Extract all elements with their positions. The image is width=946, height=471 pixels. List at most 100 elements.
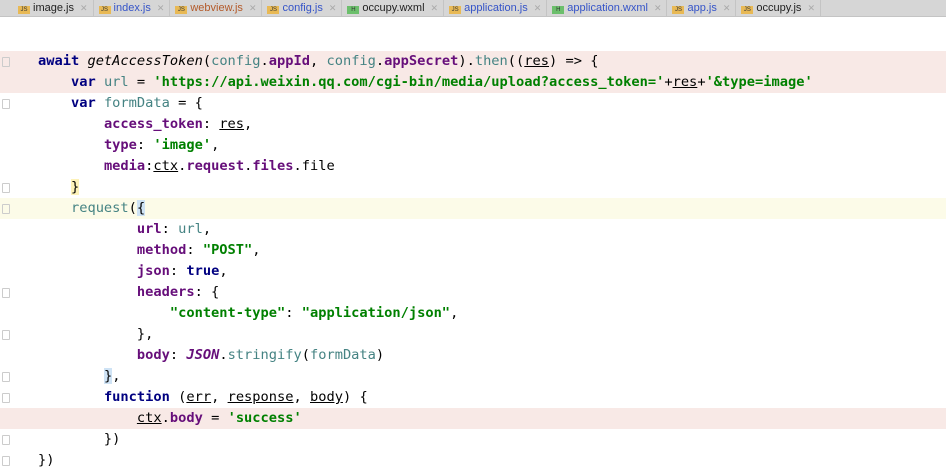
code-token: }) bbox=[38, 452, 55, 468]
tab-label: application.js bbox=[464, 2, 528, 14]
fold-icon[interactable] bbox=[2, 57, 10, 67]
code-token: err bbox=[186, 389, 212, 405]
close-icon[interactable]: ✕ bbox=[654, 3, 662, 14]
code-token: ( bbox=[128, 200, 137, 216]
file-type-icon: JS bbox=[449, 6, 462, 14]
code-token: 'image' bbox=[153, 137, 212, 153]
file-type-icon: H bbox=[552, 6, 565, 14]
code-token: ) bbox=[375, 347, 385, 363]
code-token: res bbox=[219, 116, 245, 132]
tab-app-js[interactable]: JS app.js ✕ bbox=[667, 0, 737, 16]
close-icon[interactable]: ✕ bbox=[723, 3, 731, 14]
close-icon[interactable]: ✕ bbox=[157, 3, 165, 14]
tab-label: app.js bbox=[687, 2, 717, 14]
code-token: } bbox=[103, 368, 113, 384]
close-icon[interactable]: ✕ bbox=[807, 3, 815, 14]
tab-label: occupy.wxml bbox=[362, 2, 425, 14]
code-token: body bbox=[169, 410, 203, 426]
fold-icon[interactable] bbox=[2, 372, 10, 382]
code-line: "content-type": "application/json", bbox=[0, 303, 946, 324]
code-token: body bbox=[310, 389, 343, 405]
code-token: body bbox=[136, 347, 170, 363]
tab-label: webview.js bbox=[190, 2, 243, 14]
code-token: : bbox=[136, 137, 154, 153]
fold-icon[interactable] bbox=[2, 330, 10, 340]
code-token: , bbox=[244, 116, 253, 132]
code-token: then bbox=[474, 53, 508, 69]
code-token: var bbox=[70, 95, 104, 111]
code-token: , bbox=[450, 305, 459, 321]
close-icon[interactable]: ✕ bbox=[431, 3, 439, 14]
code-token: }, bbox=[38, 326, 154, 342]
code-token: method bbox=[136, 242, 187, 258]
fold-icon[interactable] bbox=[2, 99, 10, 109]
code-line: }) bbox=[0, 450, 946, 471]
code-line: }, bbox=[0, 366, 946, 387]
code-token: ( bbox=[202, 53, 212, 69]
code-editor[interactable]: await getAccessToken(config.appId, confi… bbox=[0, 17, 946, 471]
code-line: headers: { bbox=[0, 282, 946, 303]
fold-icon[interactable] bbox=[2, 393, 10, 403]
code-token: '&type=image' bbox=[705, 74, 813, 90]
code-token: config bbox=[211, 53, 261, 69]
tab-label: application.wxml bbox=[567, 2, 648, 14]
close-icon[interactable]: ✕ bbox=[329, 3, 337, 14]
code-token: 'https://api.weixin.qq.com/cgi-bin/media… bbox=[153, 74, 665, 90]
tab-application-js[interactable]: JS application.js ✕ bbox=[444, 0, 548, 16]
code-token: access_token bbox=[103, 116, 203, 132]
code-token: files bbox=[252, 158, 294, 174]
code-token: ctx bbox=[136, 410, 162, 426]
code-token: stringify bbox=[227, 347, 302, 363]
code-token: formData bbox=[309, 347, 376, 363]
fold-icon[interactable] bbox=[2, 435, 10, 445]
code-line: body: JSON.stringify(formData) bbox=[0, 345, 946, 366]
code-token: . bbox=[161, 410, 170, 426]
code-token: appSecret bbox=[384, 53, 459, 69]
code-token: ctx bbox=[153, 158, 179, 174]
code-token: : { bbox=[194, 284, 220, 300]
code-token: }) bbox=[38, 431, 121, 447]
close-icon[interactable]: ✕ bbox=[534, 3, 542, 14]
code-token: ) => { bbox=[549, 53, 599, 69]
code-token: res bbox=[672, 74, 698, 90]
code-line: var url = 'https://api.weixin.qq.com/cgi… bbox=[0, 72, 946, 93]
code-token: (( bbox=[507, 53, 525, 69]
code-token: ) { bbox=[342, 389, 368, 405]
code-token: , bbox=[211, 137, 220, 153]
tab-label: index.js bbox=[113, 2, 151, 14]
code-token: + bbox=[664, 74, 673, 90]
close-icon[interactable]: ✕ bbox=[249, 3, 257, 14]
close-icon[interactable]: ✕ bbox=[80, 3, 88, 14]
code-token: , bbox=[202, 221, 212, 237]
file-type-icon: JS bbox=[672, 6, 685, 14]
code-line: var formData = { bbox=[0, 93, 946, 114]
code-token: : bbox=[186, 242, 203, 258]
code-line: type: 'image', bbox=[0, 135, 946, 156]
fold-icon[interactable] bbox=[2, 456, 10, 466]
tab-index-js[interactable]: JS index.js ✕ bbox=[94, 0, 171, 16]
code-token: request bbox=[186, 158, 245, 174]
tab-webview-js[interactable]: JS webview.js ✕ bbox=[170, 0, 263, 16]
tab-application-wxml[interactable]: Happlication.wxml ✕ bbox=[547, 0, 668, 16]
tab-occupy-wxml[interactable]: Hoccupy.wxml ✕ bbox=[342, 0, 445, 16]
tab-image-js[interactable]: JS image.js ✕ bbox=[0, 0, 94, 16]
tab-label: image.js bbox=[33, 2, 74, 14]
fold-icon[interactable] bbox=[2, 288, 10, 298]
tab-occupy-js[interactable]: JS occupy.js ✕ bbox=[736, 0, 821, 16]
code-token: ( bbox=[301, 347, 310, 363]
file-type-icon: JS bbox=[267, 6, 280, 14]
code-token: = bbox=[128, 74, 154, 90]
fold-icon[interactable] bbox=[2, 204, 10, 214]
fold-icon[interactable] bbox=[2, 183, 10, 193]
code-token: res bbox=[524, 53, 550, 69]
tab-config-js[interactable]: JS config.js ✕ bbox=[262, 0, 343, 16]
code-token: { bbox=[136, 200, 146, 216]
tab-label: config.js bbox=[282, 2, 323, 14]
